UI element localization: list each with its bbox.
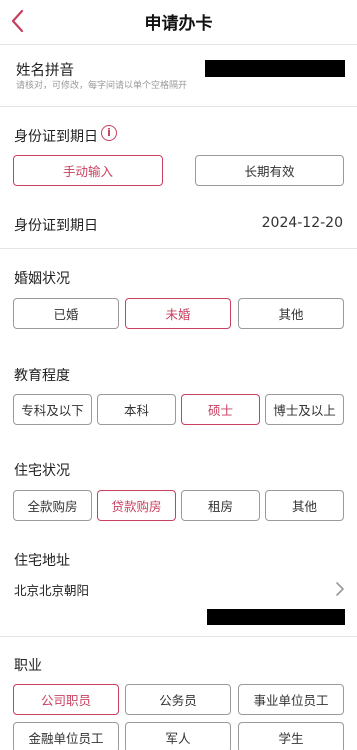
option-financial-employee[interactable]: 金融单位员工 bbox=[13, 722, 119, 750]
option-doctor-above[interactable]: 博士及以上 bbox=[265, 394, 344, 425]
option-manual-input[interactable]: 手动输入 bbox=[13, 155, 163, 186]
nav-header: 申请办卡 bbox=[0, 0, 357, 44]
chevron-right-icon[interactable] bbox=[334, 581, 346, 597]
education-label: 教育程度 bbox=[14, 368, 70, 384]
option-marital-other[interactable]: 其他 bbox=[238, 298, 344, 329]
address-detail-input[interactable] bbox=[207, 609, 345, 625]
page-title: 申请办卡 bbox=[144, 14, 213, 34]
id-expiry-date-label: 身份证到期日 bbox=[14, 218, 98, 234]
option-married[interactable]: 已婚 bbox=[13, 298, 119, 329]
address-region[interactable]: 北京北京朝阳 bbox=[14, 580, 89, 599]
divider bbox=[0, 636, 357, 637]
name-pinyin-hint: 请核对，可修改，每字间请以单个空格隔开 bbox=[16, 81, 188, 91]
occupation-label: 职业 bbox=[14, 658, 42, 674]
address-label: 住宅地址 bbox=[14, 553, 70, 569]
name-pinyin-label: 姓名拼音 bbox=[16, 63, 74, 79]
id-expiry-date-value[interactable]: 2024-12-20 bbox=[262, 215, 343, 231]
divider bbox=[0, 248, 357, 249]
id-expiry-label: 身份证到期日 bbox=[14, 129, 98, 145]
option-full-purchase[interactable]: 全款购房 bbox=[13, 490, 92, 521]
option-college-below[interactable]: 专科及以下 bbox=[13, 394, 92, 425]
option-company-employee[interactable]: 公司职员 bbox=[13, 684, 119, 715]
option-student[interactable]: 学生 bbox=[238, 722, 344, 750]
divider bbox=[0, 106, 357, 107]
option-civil-servant[interactable]: 公务员 bbox=[125, 684, 231, 715]
option-military[interactable]: 军人 bbox=[125, 722, 231, 750]
divider bbox=[0, 44, 357, 45]
marital-label: 婚姻状况 bbox=[14, 271, 70, 287]
option-rent[interactable]: 租房 bbox=[181, 490, 260, 521]
option-housing-other[interactable]: 其他 bbox=[265, 490, 344, 521]
option-unmarried[interactable]: 未婚 bbox=[125, 298, 231, 329]
name-pinyin-input[interactable] bbox=[205, 60, 345, 77]
option-public-institution[interactable]: 事业单位员工 bbox=[238, 684, 344, 715]
option-long-term[interactable]: 长期有效 bbox=[195, 155, 344, 186]
option-master[interactable]: 硕士 bbox=[181, 394, 260, 425]
option-bachelor[interactable]: 本科 bbox=[97, 394, 176, 425]
info-icon[interactable]: i bbox=[101, 125, 117, 141]
housing-label: 住宅状况 bbox=[14, 463, 70, 479]
option-mortgage[interactable]: 贷款购房 bbox=[97, 490, 176, 521]
